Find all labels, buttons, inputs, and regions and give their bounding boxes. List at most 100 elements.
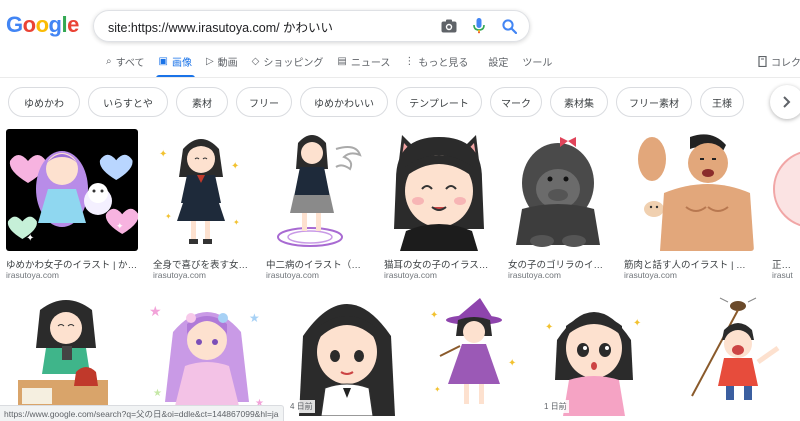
- tab-label: ショッピング: [263, 57, 324, 69]
- result-thumbnail[interactable]: [285, 296, 409, 416]
- header-divider: [0, 77, 800, 78]
- result-source[interactable]: irasutoya.com: [508, 270, 561, 280]
- cat-ear-girl-image: [394, 135, 484, 251]
- tag-icon: ◇: [251, 55, 260, 67]
- logo-letter: e: [67, 12, 79, 37]
- result-thumbnail[interactable]: ✦ ✦ ✦ ✦: [153, 129, 249, 251]
- result-source[interactable]: irasutoya.com: [266, 270, 319, 280]
- chip[interactable]: テンプレート: [396, 87, 482, 117]
- chip[interactable]: いらすとや: [88, 87, 168, 117]
- gorilla-girl-image: [516, 137, 600, 247]
- tab-tools[interactable]: ツール: [522, 50, 552, 72]
- image-result[interactable]: ✦ ✦ ✦: [424, 296, 524, 416]
- image-result[interactable]: 中二病のイラスト（女性… irasutoya.com: [266, 129, 369, 280]
- result-thumbnail[interactable]: [384, 129, 494, 251]
- boy-with-cicada-image: [691, 297, 780, 400]
- svg-text:✦: ✦: [26, 233, 34, 244]
- result-source[interactable]: irasutoya.com: [624, 270, 677, 280]
- image-result[interactable]: ★ ★ ★ ★: [145, 296, 270, 416]
- search-tabs: ⌕ すべて ▣ 画像 ▷ 動画 ◇ ショッピング ▤ ニュース ⋮ もっと見る 設定 ツール: [106, 50, 566, 78]
- logo-letter: G: [6, 12, 23, 37]
- tab-shopping[interactable]: ◇ ショッピング: [252, 50, 324, 72]
- tab-images[interactable]: ▣ 画像: [155, 50, 196, 78]
- result-thumbnail[interactable]: [624, 129, 754, 251]
- result-thumbnail[interactable]: [266, 129, 369, 251]
- result-caption[interactable]: 中二病のイラスト（女性…: [266, 257, 369, 271]
- search-icon: ⌕: [106, 55, 112, 67]
- result-thumbnail[interactable]: ✦ ✦: [539, 296, 649, 416]
- chip[interactable]: 王様: [700, 87, 744, 117]
- svg-text:✦: ✦: [159, 149, 167, 160]
- chip[interactable]: フリー: [236, 87, 292, 117]
- tab-news[interactable]: ▤ ニュース: [337, 50, 390, 72]
- collections-link[interactable]: コレク: [758, 54, 800, 69]
- search-box[interactable]: site:https://www.irasutoya.com/ かわいい: [93, 10, 530, 42]
- chip[interactable]: フリー素材: [616, 87, 692, 117]
- tab-label: もっと見る: [418, 57, 469, 69]
- svg-text:★: ★: [149, 303, 162, 319]
- collections-icon: [758, 56, 767, 67]
- chevron-right-icon: [783, 96, 791, 108]
- chips-next-button[interactable]: [770, 85, 800, 119]
- result-thumbnail[interactable]: ✦ ✦ ✦: [424, 296, 524, 416]
- svg-text:✦: ✦: [231, 161, 239, 172]
- image-result[interactable]: 筋肉と話す人のイラスト | かわ… irasutoya.com: [624, 129, 754, 280]
- svg-text:✦: ✦: [165, 212, 172, 221]
- tab-videos[interactable]: ▷ 動画: [206, 50, 238, 72]
- image-result[interactable]: [664, 296, 788, 416]
- cell-image: [773, 151, 800, 227]
- tab-label: ツール: [522, 57, 553, 69]
- result-thumbnail[interactable]: ★ ★ ★ ★: [145, 296, 270, 416]
- camera-icon[interactable]: [439, 16, 459, 36]
- status-bar-url: https://www.google.com/search?q=父の日&oi=d…: [0, 405, 284, 421]
- result-caption[interactable]: 全身で喜びを表す女子…: [153, 257, 249, 271]
- search-input[interactable]: site:https://www.irasutoya.com/ かわいい: [108, 17, 429, 36]
- result-caption[interactable]: ゆめかわ女子のイラスト | かわ…: [6, 257, 138, 271]
- result-source[interactable]: irasutoya.com: [384, 270, 437, 280]
- result-thumbnail[interactable]: [508, 129, 608, 251]
- tab-label: 動画: [217, 57, 238, 69]
- chip[interactable]: 素材: [176, 87, 228, 117]
- result-thumbnail[interactable]: ✦ ✦: [6, 129, 138, 251]
- mic-icon[interactable]: [469, 16, 489, 36]
- svg-text:★: ★: [249, 311, 260, 325]
- yumekawa-princess-image: ★ ★★★: [149, 303, 264, 409]
- logo-letter: o: [22, 12, 36, 37]
- result-source[interactable]: irasutoya.com: [6, 270, 59, 280]
- search-icon[interactable]: [499, 16, 519, 36]
- result-caption[interactable]: 猫耳の女の子のイラスト | …: [384, 257, 494, 271]
- result-thumbnail[interactable]: [664, 296, 788, 416]
- girl-with-food-image: [18, 300, 108, 410]
- image-result[interactable]: 4 日前: [285, 296, 409, 416]
- tab-settings[interactable]: 設定: [488, 50, 508, 72]
- long-hair-girl-image: [299, 304, 395, 416]
- image-result[interactable]: 女の子のゴリラのイラ… irasutoya.com: [508, 129, 608, 280]
- image-result[interactable]: 正常細 irasut: [772, 129, 800, 280]
- chuunibyou-girl-image: [277, 135, 362, 247]
- result-source[interactable]: irasutoya.com: [153, 270, 206, 280]
- svg-text:✦: ✦: [430, 310, 438, 321]
- tab-all[interactable]: ⌕ すべて: [106, 50, 145, 72]
- result-age: 1 日前: [542, 400, 569, 413]
- google-logo[interactable]: Google: [6, 12, 79, 38]
- result-caption[interactable]: 女の子のゴリラのイラ…: [508, 257, 608, 271]
- result-caption[interactable]: 筋肉と話す人のイラスト | かわ…: [624, 257, 754, 271]
- result-thumbnail[interactable]: [772, 129, 800, 251]
- chip[interactable]: マーク: [490, 87, 542, 117]
- image-icon: ▣: [158, 55, 168, 67]
- result-caption[interactable]: 正常細: [772, 257, 800, 271]
- image-result[interactable]: ✦ ✦ ✦ ✦ 全身で喜びを表す女子… irasutoya.com: [153, 129, 249, 280]
- image-result[interactable]: ✦ ✦ 1 日前: [539, 296, 649, 416]
- tab-more[interactable]: ⋮ もっと見る: [404, 50, 468, 72]
- image-result[interactable]: [6, 296, 130, 416]
- tab-label: 画像: [171, 57, 192, 69]
- image-result[interactable]: 猫耳の女の子のイラスト | … irasutoya.com: [384, 129, 494, 280]
- image-result[interactable]: ✦ ✦ ゆめかわ女子のイラスト | かわ… irasutoya.com: [6, 129, 138, 280]
- yumekawa-girl-image: ✦✦: [7, 151, 138, 244]
- result-source[interactable]: irasut: [772, 270, 793, 280]
- result-thumbnail[interactable]: [6, 296, 130, 416]
- chip[interactable]: ゆめかわいい: [300, 87, 388, 117]
- teary-girl-image: ✦ ✦: [545, 312, 641, 416]
- chip[interactable]: ゆめかわ: [8, 87, 80, 117]
- chip[interactable]: 素材集: [550, 87, 608, 117]
